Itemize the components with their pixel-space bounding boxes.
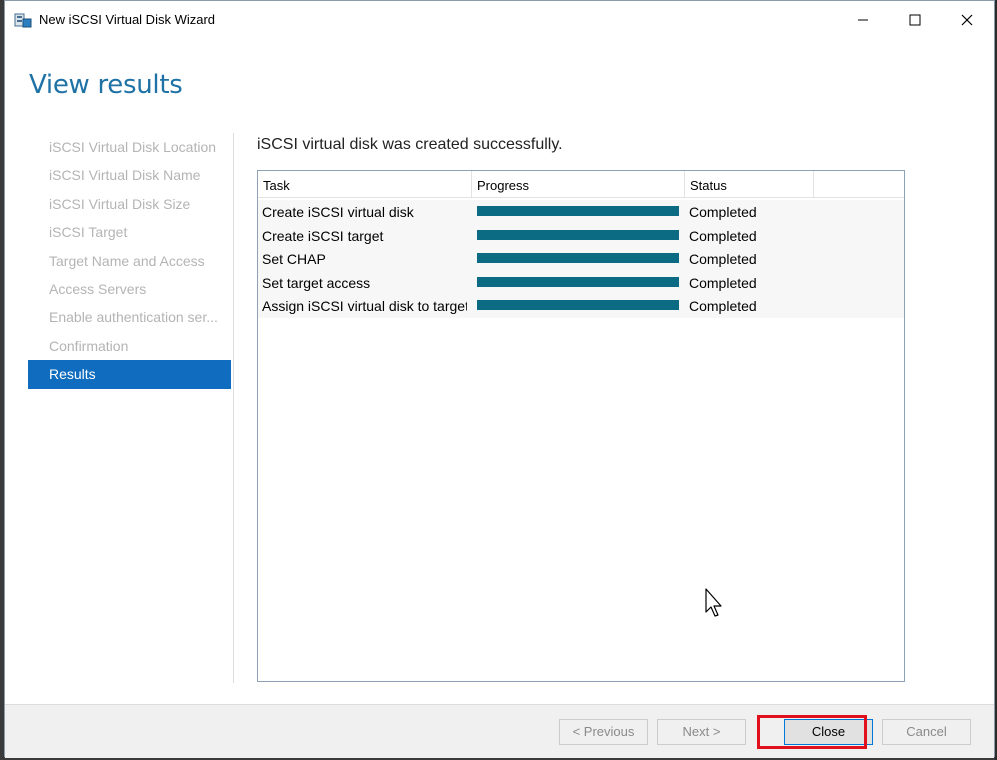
- minimize-button[interactable]: [837, 1, 889, 39]
- wizard-steps-nav: iSCSI Virtual Disk Location iSCSI Virtua…: [28, 133, 231, 389]
- window-title: New iSCSI Virtual Disk Wizard: [39, 12, 216, 27]
- task-cell: Create iSCSI virtual disk: [262, 204, 414, 220]
- nav-item-virtual-disk-location[interactable]: iSCSI Virtual Disk Location: [28, 133, 231, 161]
- progress-cell: [477, 271, 679, 295]
- progress-bar: [477, 229, 679, 240]
- close-button-highlight: [757, 715, 867, 749]
- nav-item-virtual-disk-name[interactable]: iSCSI Virtual Disk Name: [28, 161, 231, 189]
- minimize-icon: [858, 19, 868, 21]
- task-cell: Assign iSCSI virtual disk to target: [262, 298, 467, 315]
- server-disk-icon: [14, 12, 32, 28]
- results-table[interactable]: Task Progress Status Create iSCSI virtua…: [257, 170, 905, 682]
- status-cell: Completed: [689, 251, 757, 268]
- column-header-progress[interactable]: Progress: [472, 171, 685, 197]
- mouse-pointer-icon: [705, 588, 727, 627]
- table-row[interactable]: Set CHAP Completed: [258, 247, 904, 271]
- wizard-window: New iSCSI Virtual Disk Wizard View resul…: [4, 0, 995, 758]
- progress-bar-fill: [477, 276, 679, 287]
- column-header-task[interactable]: Task: [258, 171, 472, 197]
- wizard-footer: < Previous Next > Close Cancel: [5, 704, 994, 758]
- table-row[interactable]: Assign iSCSI virtual disk to target Comp…: [258, 294, 904, 318]
- maximize-button[interactable]: [889, 1, 941, 39]
- progress-cell: [477, 247, 679, 271]
- progress-bar-fill: [477, 206, 679, 216]
- nav-item-enable-authentication[interactable]: Enable authentication ser...: [28, 303, 231, 331]
- status-cell: Completed: [689, 204, 757, 220]
- nav-divider: [233, 133, 234, 683]
- next-button[interactable]: Next >: [657, 719, 746, 745]
- task-cell: Create iSCSI target: [262, 227, 384, 244]
- table-row[interactable]: Create iSCSI target Completed: [258, 223, 904, 248]
- progress-cell: [477, 224, 679, 248]
- table-header: Task Progress Status: [258, 171, 904, 198]
- progress-bar: [477, 206, 679, 216]
- status-cell: Completed: [689, 298, 757, 315]
- nav-item-confirmation[interactable]: Confirmation: [28, 332, 231, 360]
- nav-item-access-servers[interactable]: Access Servers: [28, 275, 231, 303]
- previous-button[interactable]: < Previous: [559, 719, 648, 745]
- task-cell: Set target access: [262, 274, 371, 291]
- close-window-button[interactable]: [941, 1, 993, 39]
- progress-bar-fill: [477, 229, 679, 240]
- nav-item-results[interactable]: Results: [28, 360, 231, 389]
- progress-bar: [477, 253, 679, 264]
- column-header-status[interactable]: Status: [685, 171, 814, 197]
- status-cell: Completed: [689, 227, 757, 244]
- progress-cell: [477, 200, 679, 224]
- cancel-button[interactable]: Cancel: [882, 719, 971, 745]
- progress-bar: [477, 300, 679, 311]
- maximize-icon: [909, 14, 921, 26]
- table-rows: Create iSCSI virtual disk Completed Crea…: [258, 200, 904, 318]
- nav-item-target-name-access[interactable]: Target Name and Access: [28, 247, 231, 275]
- wizard-content: View results iSCSI Virtual Disk Location…: [5, 39, 994, 704]
- task-cell: Set CHAP: [262, 251, 326, 268]
- status-cell: Completed: [689, 274, 757, 291]
- progress-bar: [477, 276, 679, 287]
- progress-cell: [477, 294, 679, 318]
- nav-item-virtual-disk-size[interactable]: iSCSI Virtual Disk Size: [28, 190, 231, 218]
- nav-item-iscsi-target[interactable]: iSCSI Target: [28, 218, 231, 246]
- progress-bar-fill: [477, 300, 679, 311]
- table-row[interactable]: Create iSCSI virtual disk Completed: [258, 200, 904, 224]
- progress-bar-fill: [477, 253, 679, 264]
- close-icon: [961, 14, 973, 26]
- table-row[interactable]: Set target access Completed: [258, 270, 904, 295]
- title-bar: New iSCSI Virtual Disk Wizard: [5, 1, 994, 39]
- page-title: View results: [29, 70, 183, 100]
- result-message: iSCSI virtual disk was created successfu…: [257, 136, 563, 153]
